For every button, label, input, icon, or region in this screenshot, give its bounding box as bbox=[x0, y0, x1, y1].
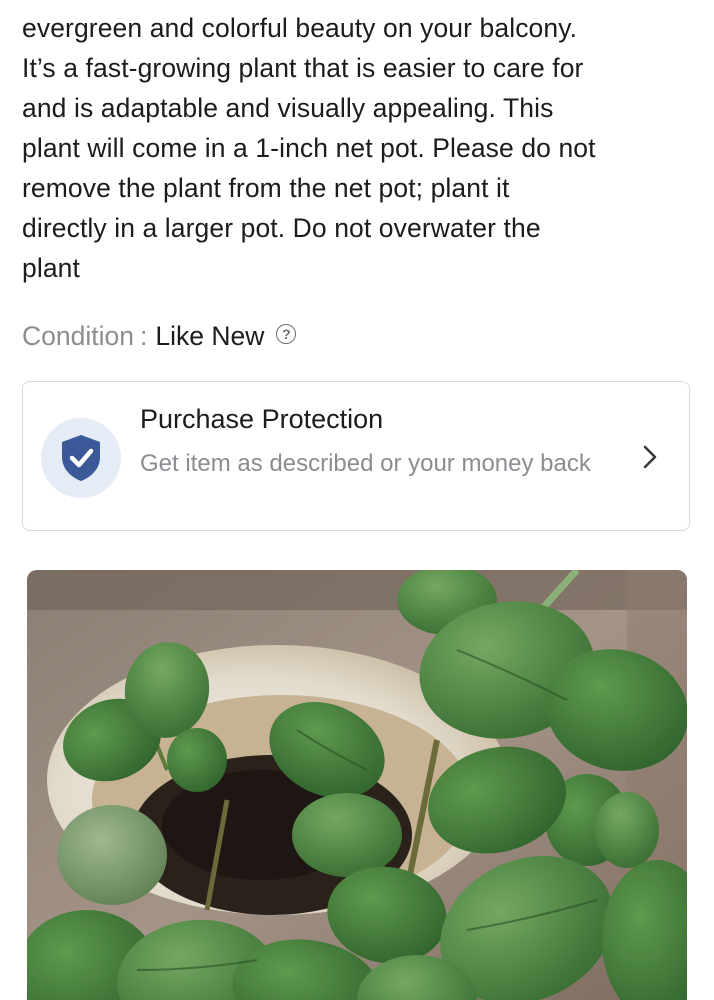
shield-check-icon bbox=[41, 418, 121, 498]
condition-value: Like New bbox=[155, 320, 265, 351]
chevron-right-icon bbox=[643, 445, 657, 469]
purchase-protection-title: Purchase Protection bbox=[140, 404, 384, 434]
listing-detail-page: evergreen and colorful beauty on your ba… bbox=[0, 0, 714, 1000]
condition-label: Condition bbox=[22, 320, 134, 351]
product-photo[interactable] bbox=[27, 570, 687, 1000]
condition-separator: : bbox=[139, 320, 148, 351]
purchase-protection-subtitle: Get item as described or your money back bbox=[140, 450, 591, 477]
condition-row: Condition : Like New ? bbox=[22, 318, 297, 354]
plant-photo bbox=[27, 570, 687, 1000]
info-icon[interactable]: ? bbox=[276, 324, 297, 344]
item-description: evergreen and colorful beauty on your ba… bbox=[22, 13, 596, 283]
purchase-protection-card[interactable]: Purchase Protection Get item as describe… bbox=[22, 381, 690, 531]
